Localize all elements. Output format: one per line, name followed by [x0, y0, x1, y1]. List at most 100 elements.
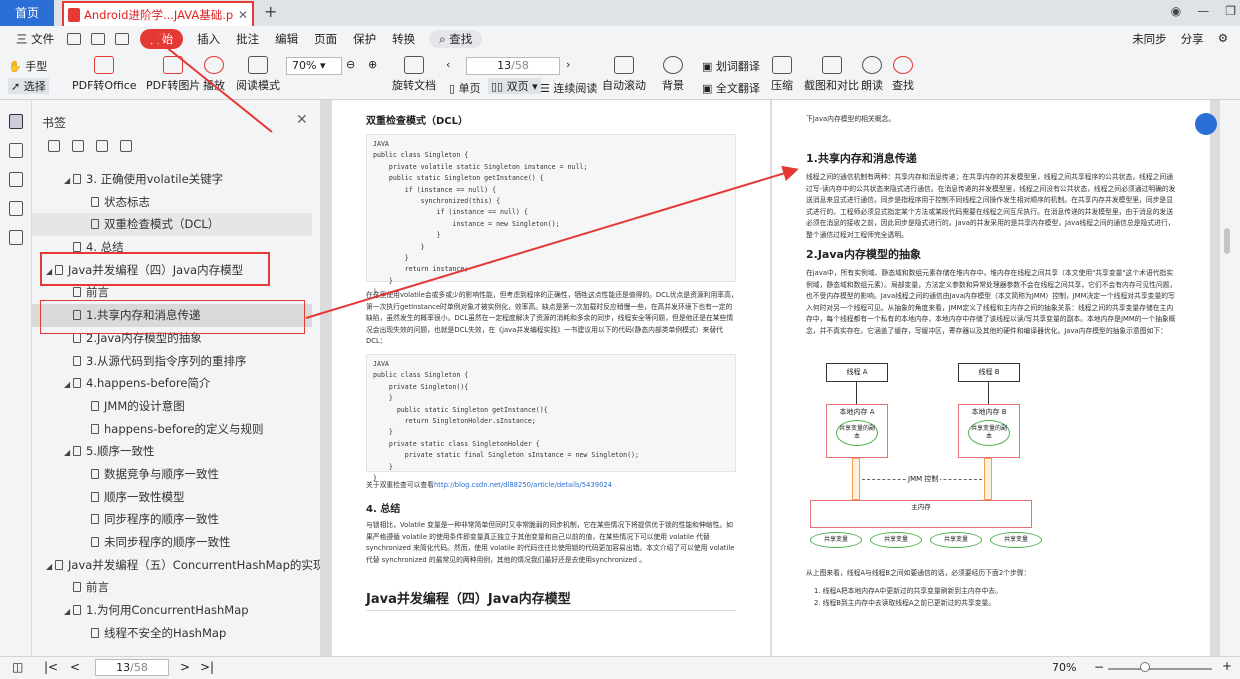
rotate-button[interactable]: 旋转文档: [392, 56, 436, 93]
arrow-b: [988, 382, 989, 404]
bookmark-item[interactable]: 状态标志: [32, 191, 312, 214]
bookmark-item[interactable]: ◢ Java并发编程（五）ConcurrentHashMap的实现原理和源码分析: [32, 554, 320, 579]
share-button[interactable]: 分享: [1181, 31, 1204, 47]
bookmark-item[interactable]: happens-before的定义与规则: [32, 418, 312, 441]
bookmark-item[interactable]: 顺序一致性模型: [32, 486, 312, 509]
full-translate-button[interactable]: ▣ 全文翻译: [702, 80, 760, 96]
avatar[interactable]: ◉: [1171, 4, 1181, 18]
bookmark-item[interactable]: 数据竞争与顺序一致性: [32, 463, 312, 486]
attachment-panel-icon[interactable]: [8, 201, 23, 216]
continuous-read-button[interactable]: ☰ 连续阅读: [540, 80, 597, 96]
menu-protect[interactable]: 保护: [345, 31, 384, 47]
signature-panel-icon[interactable]: [8, 230, 23, 245]
expand-arrow-icon[interactable]: ◢: [64, 374, 73, 397]
save-icon[interactable]: [91, 33, 106, 45]
zoom-select[interactable]: 70% ▾: [286, 57, 342, 75]
bookmark-item[interactable]: ◢ 4.happens-before简介: [32, 372, 312, 395]
double-page-button[interactable]: ▯▯ 双页 ▾: [488, 78, 541, 94]
document-scrollbar-thumb[interactable]: [1224, 228, 1230, 254]
prev-page-icon[interactable]: ‹: [446, 58, 450, 71]
restore-icon[interactable]: ❐: [1225, 4, 1236, 18]
read-aloud-button[interactable]: 朗读: [861, 56, 883, 93]
background-label: 背景: [662, 79, 684, 92]
zoom-out-icon[interactable]: ⊖: [346, 58, 355, 71]
expand-arrow-icon[interactable]: ◢: [64, 170, 73, 193]
menu-page[interactable]: 页面: [306, 31, 345, 47]
collapse-all-icon[interactable]: [72, 140, 84, 152]
screenshot-compare-button[interactable]: 截图和对比: [804, 56, 859, 93]
page-number-input[interactable]: 13/58: [466, 57, 560, 75]
status-page-input[interactable]: 13/58: [95, 659, 169, 676]
bookmark-panel-icon[interactable]: [8, 114, 23, 129]
expand-all-icon[interactable]: [48, 140, 60, 152]
zoom-slider-handle[interactable]: [1140, 662, 1150, 672]
sync-button[interactable]: 未同步: [1132, 31, 1167, 47]
read-mode-button[interactable]: 阅读模式: [236, 56, 280, 93]
menu-search[interactable]: ⌕ 查找: [429, 30, 483, 48]
next-page-status-icon[interactable]: >: [180, 660, 190, 674]
print-icon[interactable]: [115, 33, 130, 45]
bookmark-item[interactable]: 线程不安全的HashMap: [32, 622, 312, 645]
remove-bookmark-icon[interactable]: [120, 140, 132, 152]
bookmark-label: 双重检查模式（DCL）: [104, 217, 220, 232]
menu-edit[interactable]: 编辑: [267, 31, 306, 47]
new-tab-button[interactable]: +: [264, 2, 277, 21]
hand-tool-button[interactable]: ✋ 手型: [8, 58, 47, 74]
blog-link[interactable]: http://blog.csdn.net/dl88250/article/det…: [434, 481, 612, 489]
tab-document[interactable]: Android进阶学...JAVA基础.pdf ✕: [62, 1, 254, 26]
select-tool-button[interactable]: ➚ 选择: [8, 78, 49, 94]
bookmark-item[interactable]: JMM的设计意图: [32, 395, 312, 418]
thumbnail-panel-icon[interactable]: [8, 143, 23, 158]
close-sidebar-icon[interactable]: ✕: [296, 112, 308, 128]
bookmark-item[interactable]: ◢ 3. 正确使用volatile关键字: [32, 168, 312, 191]
prev-page-status-icon[interactable]: <: [70, 660, 80, 674]
zoom-in-icon[interactable]: ⊕: [368, 58, 377, 71]
bookmark-item[interactable]: ◢ 5.顺序一致性: [32, 440, 312, 463]
pdf-to-image-button[interactable]: PDF转图片: [146, 56, 200, 93]
bookmark-item[interactable]: 同步程序的顺序一致性: [32, 508, 312, 531]
single-page-button[interactable]: ▯ 单页: [449, 80, 481, 96]
find-button[interactable]: 查找: [892, 56, 914, 93]
tab-home[interactable]: 首页: [0, 0, 54, 26]
bookmark-item[interactable]: 双重检查模式（DCL）: [32, 213, 312, 237]
zoom-in-status-icon[interactable]: +: [1222, 659, 1232, 673]
heading-java-memory-model: Java并发编程（四）Java内存模型: [366, 588, 736, 611]
compress-button[interactable]: 压缩: [771, 56, 793, 93]
pdf-page-right: 下Java内存模型的相关概念。 1.共享内存和消息传递 线程之间的通信机制有两种…: [772, 100, 1210, 656]
bookmark-item[interactable]: 3.从源代码到指令序列的重排序: [32, 350, 312, 373]
sidebar-toggle-icon[interactable]: ◫: [12, 660, 23, 674]
floating-tool-icon[interactable]: [1195, 113, 1217, 135]
bookmark-item[interactable]: 未同步程序的顺序一致性: [32, 531, 312, 554]
expand-arrow-icon[interactable]: ◢: [64, 601, 73, 624]
expand-arrow-icon[interactable]: ◢: [46, 556, 55, 579]
expand-arrow-icon[interactable]: ◢: [64, 442, 73, 465]
bookmark-icon: [91, 491, 99, 502]
bookmark-item[interactable]: ◢ 1.为何用ConcurrentHashMap: [32, 599, 312, 622]
comment-panel-icon[interactable]: [8, 172, 23, 187]
menu-file[interactable]: 三 文件: [8, 31, 62, 47]
settings-icon[interactable]: ⚙: [1218, 31, 1228, 47]
close-tab-icon[interactable]: ✕: [238, 8, 248, 22]
last-page-icon[interactable]: >|: [200, 660, 214, 674]
first-page-icon[interactable]: |<: [44, 660, 58, 674]
speaker-icon: [862, 56, 882, 74]
minimize-icon[interactable]: —: [1197, 4, 1209, 18]
word-translate-button[interactable]: ▣ 划词翻译: [702, 58, 760, 74]
open-folder-icon[interactable]: [67, 33, 82, 45]
thread-a-box: 线程 A: [826, 363, 888, 382]
menu-insert[interactable]: 插入: [189, 31, 228, 47]
bookmark-item[interactable]: 前言: [32, 576, 312, 599]
background-button[interactable]: 背景: [662, 56, 684, 93]
play-button[interactable]: 播放: [203, 56, 225, 93]
zoom-slider[interactable]: [1108, 668, 1212, 670]
menu-convert[interactable]: 转换: [384, 31, 423, 47]
next-page-icon[interactable]: ›: [566, 58, 570, 71]
zoom-out-status-icon[interactable]: −: [1094, 660, 1104, 674]
find-label: 查找: [892, 79, 914, 92]
menu-start[interactable]: 开始: [140, 29, 184, 49]
status-zoom-value[interactable]: 70%: [1052, 661, 1076, 674]
auto-scroll-button[interactable]: 自动滚动: [602, 56, 646, 93]
menu-annotate[interactable]: 批注: [228, 31, 267, 47]
pdf-to-office-button[interactable]: PDF转Office: [72, 56, 137, 93]
add-bookmark-icon[interactable]: [96, 140, 108, 152]
